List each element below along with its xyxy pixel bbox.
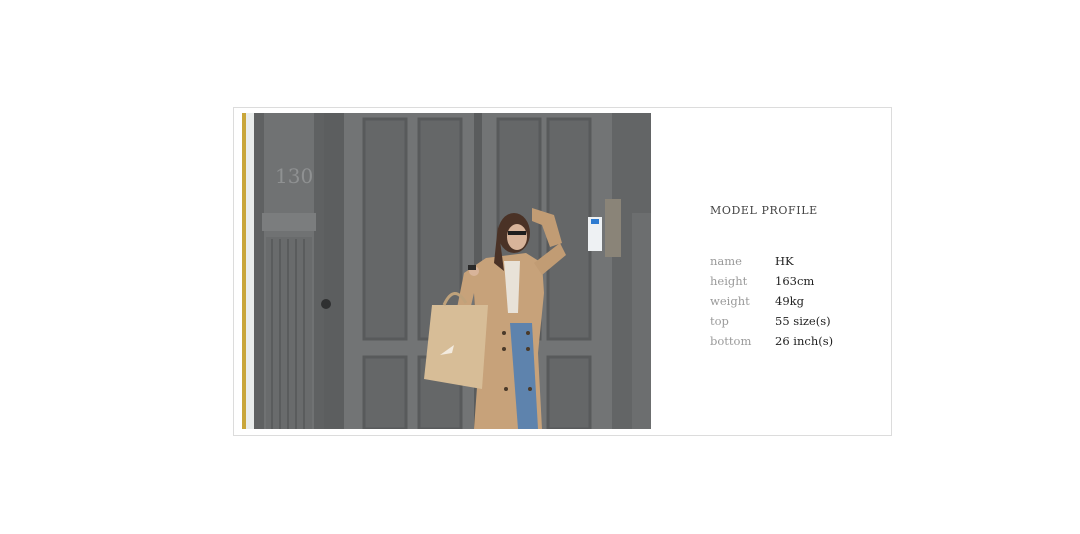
model-profile-card: 130 MODEL PROFILE name HK height 163cm w… <box>233 107 892 436</box>
profile-value: 49kg <box>775 294 804 308</box>
profile-value: 55 size(s) <box>775 314 831 328</box>
model-photo: 130 <box>242 113 651 429</box>
profile-value: 163cm <box>775 274 815 288</box>
profile-row-bottom: bottom 26 inch(s) <box>710 331 833 351</box>
door-number-text: 130 <box>275 164 313 188</box>
profile-label: top <box>710 314 729 328</box>
profile-row-top: top 55 size(s) <box>710 311 833 331</box>
model-photo-illustration: 130 <box>242 113 651 429</box>
profile-label: name <box>710 254 742 268</box>
profile-row-name: name HK <box>710 251 833 271</box>
profile-label: height <box>710 274 748 288</box>
profile-row-height: height 163cm <box>710 271 833 291</box>
profile-label: weight <box>710 294 750 308</box>
profile-value: 26 inch(s) <box>775 334 834 348</box>
profile-label: bottom <box>710 334 752 348</box>
model-profile-table: name HK height 163cm weight 49kg top 55 … <box>710 251 833 351</box>
profile-row-weight: weight 49kg <box>710 291 833 311</box>
model-profile: MODEL PROFILE name HK height 163cm weigh… <box>710 204 833 351</box>
profile-value: HK <box>775 254 794 268</box>
model-profile-title: MODEL PROFILE <box>710 204 818 217</box>
